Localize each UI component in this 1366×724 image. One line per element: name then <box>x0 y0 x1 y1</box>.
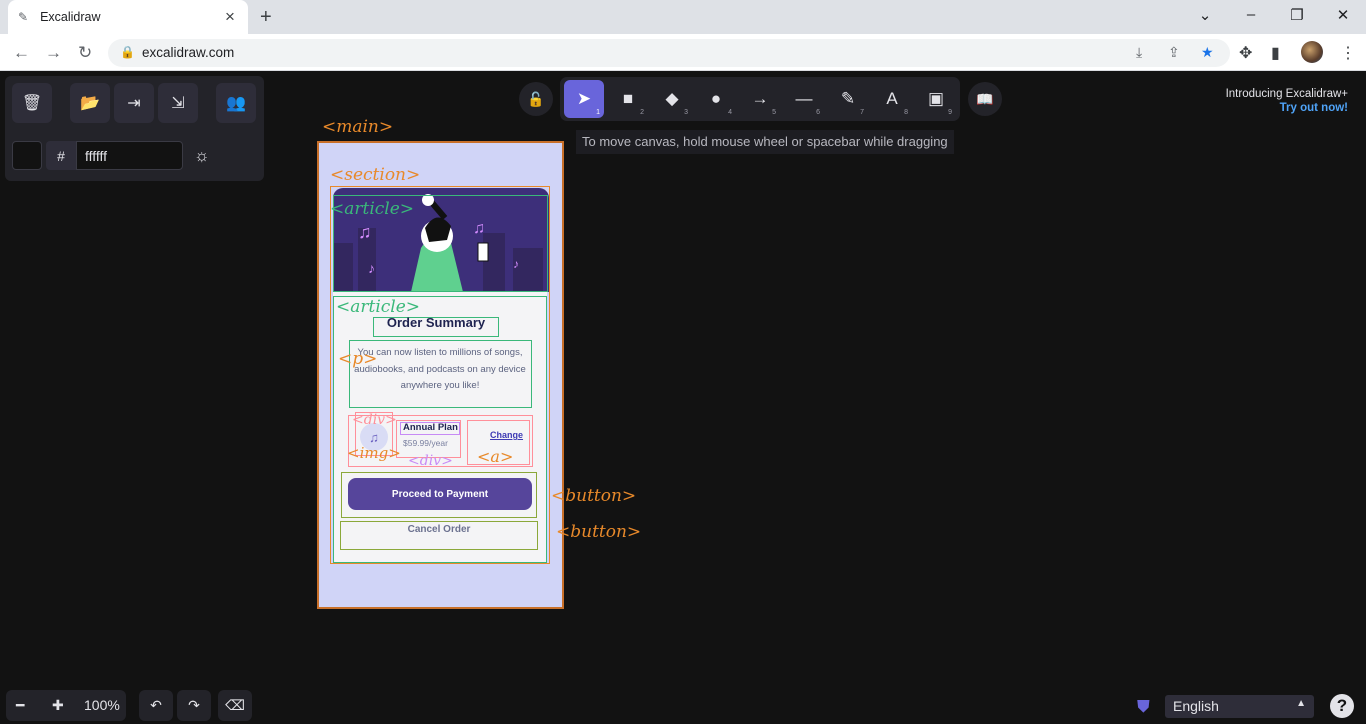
collab-icon[interactable]: 👥 <box>216 83 256 123</box>
draw-icon: ✎ <box>840 89 856 108</box>
language-value: English <box>1173 698 1219 714</box>
language-select[interactable]: English ▲ <box>1165 695 1314 718</box>
zoom-controls: ━ ✚ 100% <box>6 690 126 721</box>
label-button-1[interactable]: <button> <box>551 486 636 506</box>
lock-icon: 🔒 <box>120 45 135 59</box>
restore-icon[interactable]: ❐ <box>1287 6 1307 24</box>
side-panel-icon[interactable]: ▮ <box>1271 43 1280 63</box>
change-link[interactable]: Change <box>490 430 523 440</box>
ellipse-icon: ● <box>710 89 722 108</box>
profile-avatar[interactable] <box>1301 41 1323 63</box>
shortcut-key: 7 <box>860 109 864 116</box>
new-tab-icon[interactable]: + <box>260 6 272 29</box>
zoom-out-icon[interactable]: ━ <box>16 697 24 714</box>
forward-icon[interactable]: → <box>45 43 62 63</box>
help-icon[interactable]: ? <box>1330 694 1354 718</box>
plan-price: $59.99/year <box>403 438 448 448</box>
promo-banner: Introducing Excalidraw+ Try out now! <box>1226 87 1348 115</box>
order-summary-title: Order Summary <box>386 315 486 330</box>
shortcut-key: 5 <box>772 109 776 116</box>
line-icon: — <box>795 89 813 108</box>
caret-up-icon: ▲ <box>1296 698 1306 709</box>
shortcut-key: 1 <box>596 109 600 116</box>
url-text: excalidraw.com <box>142 45 235 60</box>
image-tool[interactable]: ▣ 9 <box>916 80 956 118</box>
label-section[interactable]: <section> <box>330 165 420 185</box>
shortcut-key: 6 <box>816 109 820 116</box>
lock-tool-icon[interactable]: 🔓 <box>519 82 553 116</box>
minimize-icon[interactable]: – <box>1241 6 1261 23</box>
cancel-order-button[interactable]: Cancel Order <box>343 524 535 540</box>
arrow-tool[interactable]: → 5 <box>740 80 780 118</box>
ellipse-tool[interactable]: ● 4 <box>696 80 736 118</box>
draw-tool[interactable]: ✎ 7 <box>828 80 868 118</box>
close-tab-icon[interactable]: × <box>222 7 238 27</box>
label-article-2[interactable]: <article> <box>336 297 420 317</box>
line-tool[interactable]: —6 <box>784 80 824 118</box>
text-tool[interactable]: A8 <box>872 80 912 118</box>
text-icon: A <box>886 89 898 108</box>
rectangle-tool[interactable]: ■ 2 <box>608 80 648 118</box>
trash-icon[interactable]: 🗑 <box>12 83 52 123</box>
back-icon[interactable]: ← <box>13 43 30 63</box>
arrow-icon: → <box>751 89 769 108</box>
shield-icon[interactable]: ⛊ <box>1137 697 1150 717</box>
proceed-payment-button[interactable]: Proceed to Payment <box>348 478 532 510</box>
promo-text: Introducing Excalidraw+ <box>1225 88 1348 100</box>
folder-open-icon[interactable]: 📂 <box>70 83 110 123</box>
tab-title: Excalidraw <box>40 10 101 24</box>
label-a[interactable]: <a> <box>477 447 513 466</box>
diamond-tool[interactable]: ◆ 3 <box>652 80 692 118</box>
tab-search-icon[interactable]: ⌄ <box>1195 6 1215 24</box>
label-div-2[interactable]: <div> <box>408 453 453 469</box>
theme-toggle-icon[interactable]: ☼ <box>194 146 210 166</box>
reload-icon[interactable]: ↻ <box>78 43 92 63</box>
label-main[interactable]: <main> <box>322 117 393 137</box>
undo-icon[interactable]: ↶ <box>139 690 173 721</box>
shortcut-key: 4 <box>728 109 732 116</box>
extensions-icon[interactable]: ✥ <box>1239 43 1252 63</box>
label-div-1[interactable]: <div> <box>352 412 397 428</box>
shortcut-key: 8 <box>904 109 908 116</box>
library-icon[interactable]: 📖 <box>968 82 1002 116</box>
shortcut-key: 2 <box>640 109 644 116</box>
redo-icon[interactable]: ↷ <box>177 690 211 721</box>
address-toolbar: ← → ↻ 🔒 excalidraw.com ⤓ ⇪ ★ ✥ ▮ ⋮ <box>0 34 1366 71</box>
bookmark-star-icon[interactable]: ★ <box>1201 44 1214 61</box>
rectangle-icon: ■ <box>622 89 634 108</box>
install-icon[interactable]: ⤓ <box>1136 44 1142 61</box>
close-window-icon[interactable]: ✕ <box>1333 6 1353 24</box>
export-icon[interactable]: ⇥ <box>114 83 154 123</box>
hex-color-input[interactable]: ffffff <box>76 141 183 170</box>
browser-tab-strip: ✎ Excalidraw × + ⌄ – ❐ ✕ <box>0 0 1366 34</box>
selection-tool[interactable]: ➤ 1 <box>564 80 604 118</box>
promo-link[interactable]: Try out now! <box>1226 101 1348 115</box>
canvas-color-swatch[interactable] <box>12 141 42 170</box>
plan-name: Annual Plan <box>403 422 458 433</box>
canvas-hint: To move canvas, hold mouse wheel or spac… <box>576 130 954 154</box>
zoom-in-icon[interactable]: ✚ <box>52 697 64 714</box>
label-p[interactable]: <p> <box>338 349 377 369</box>
share-icon[interactable]: ⇪ <box>1168 44 1180 61</box>
label-button-2[interactable]: <button> <box>556 522 641 542</box>
shortcut-key: 9 <box>948 109 952 116</box>
diamond-icon: ◆ <box>665 89 679 108</box>
selection-icon: ➤ <box>576 89 592 108</box>
browser-tab[interactable]: ✎ Excalidraw × <box>8 0 248 34</box>
excalidraw-favicon-icon: ✎ <box>18 10 29 24</box>
menu-kebab-icon[interactable]: ⋮ <box>1340 43 1356 63</box>
eraser-icon[interactable]: ⌫ <box>218 690 252 721</box>
image-icon: ▣ <box>927 89 945 108</box>
zoom-level[interactable]: 100% <box>84 697 120 713</box>
hash-label: # <box>46 141 76 170</box>
order-description: You can now listen to millions of songs,… <box>354 347 526 391</box>
export-image-icon[interactable]: ⇲ <box>158 83 198 123</box>
shortcut-key: 3 <box>684 109 688 116</box>
label-img[interactable]: <img> <box>347 444 401 462</box>
label-article-1[interactable]: <article> <box>330 199 414 219</box>
address-bar[interactable]: 🔒 excalidraw.com ⤓ ⇪ ★ <box>108 39 1230 67</box>
